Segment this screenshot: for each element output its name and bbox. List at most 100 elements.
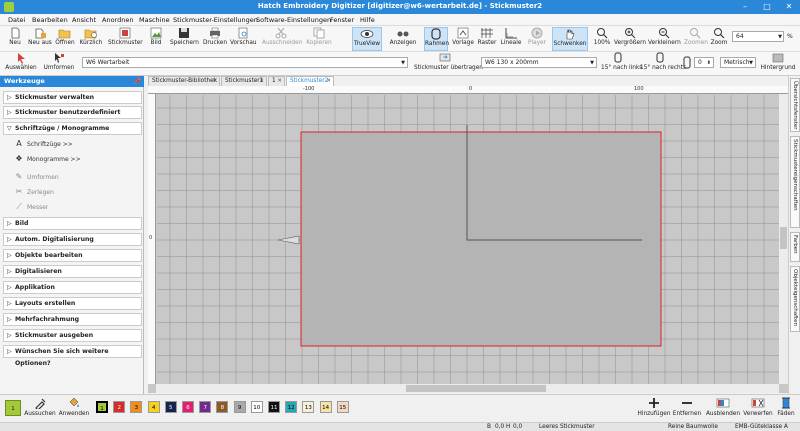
current-color-swatch[interactable]: 1: [5, 400, 21, 416]
print-button[interactable]: Drucken: [202, 27, 228, 51]
open-button[interactable]: Öffnen: [54, 27, 76, 51]
template-toggle[interactable]: Vorlage: [452, 27, 474, 51]
subitem-schriftzuege[interactable]: A Schriftzüge >>: [14, 139, 73, 148]
remove-color-button[interactable]: Entfernen: [672, 397, 702, 417]
palette-color-6[interactable]: 6: [182, 401, 194, 413]
threads-button[interactable]: Fäden: [774, 397, 798, 417]
palette-color-5[interactable]: 5: [164, 401, 177, 413]
truview-toggle[interactable]: TrueView: [352, 27, 382, 51]
palette-color-7[interactable]: 7: [199, 401, 212, 413]
grid-toggle[interactable]: Raster: [476, 27, 498, 51]
section-layouts-erstellen[interactable]: ▷ Layouts erstellen: [3, 297, 142, 310]
palette-color-3[interactable]: 3: [130, 401, 143, 413]
hoop-select[interactable]: W6 130 x 200mm ▼: [481, 57, 597, 68]
design-library-button[interactable]: Stickmuster: [108, 27, 143, 51]
palette-color-13[interactable]: 13: [302, 401, 315, 413]
menu-datei[interactable]: Datei: [8, 16, 25, 24]
pick-color-button[interactable]: Aussuchen: [24, 397, 56, 417]
dock-tab-object-properties[interactable]: Objekteigenschaften: [790, 266, 800, 332]
units-select[interactable]: Metrisch ▼: [720, 57, 756, 68]
transfer-design-button[interactable]: Stickmuster übertragen: [414, 52, 483, 76]
close-button[interactable]: ✕: [778, 0, 800, 14]
palette-color-2[interactable]: 2: [113, 401, 126, 413]
new-button[interactable]: Neu: [4, 27, 26, 51]
vertical-scroll-thumb[interactable]: [780, 227, 787, 249]
design-canvas[interactable]: [157, 95, 779, 384]
status-fabric[interactable]: Reine Baumwolle: [668, 424, 718, 430]
zoom-previous-button[interactable]: Zoomen: [684, 27, 708, 51]
close-icon[interactable]: ✕: [212, 77, 217, 86]
subitem-zerlegen[interactable]: ✂ Zerlegen: [14, 187, 54, 196]
palette-color-10[interactable]: 10: [250, 401, 263, 413]
palette-color-12[interactable]: 12: [285, 401, 298, 413]
menu-bearbeiten[interactable]: Bearbeiten: [32, 16, 68, 24]
menu-maschine[interactable]: Maschine: [139, 16, 170, 24]
cut-button[interactable]: Ausschneiden: [262, 27, 302, 51]
discard-colors-button[interactable]: Verwerfen: [742, 397, 774, 417]
zoom-level-combo[interactable]: 64 ▼: [732, 31, 784, 42]
menu-hilfe[interactable]: Hilfe: [360, 16, 375, 24]
design-workspace[interactable]: -100 0 100 0: [148, 86, 788, 393]
pan-toggle[interactable]: Schwenken: [552, 27, 588, 51]
select-tool[interactable]: Auswählen: [4, 52, 38, 76]
menu-fenster[interactable]: Fenster: [330, 16, 354, 24]
section-objekte-bearbeiten[interactable]: ▷ Objekte bearbeiten: [3, 249, 142, 262]
horizontal-scrollbar[interactable]: [156, 384, 779, 393]
subitem-umformen[interactable]: ✎ Umformen: [14, 172, 59, 181]
palette-color-1[interactable]: 1: [96, 401, 108, 413]
tab-1[interactable]: 1 ✕: [268, 76, 285, 86]
preview-button[interactable]: Vorschau: [230, 27, 257, 51]
section-schriftzuege-monogramme[interactable]: ▽ Schriftzüge / Monogramme: [3, 122, 142, 135]
tab-stickmuster-bibliothek[interactable]: Stickmuster-Bibliothek ✕: [148, 76, 220, 86]
close-icon[interactable]: ✕: [277, 77, 282, 86]
palette-color-8[interactable]: 8: [216, 401, 229, 413]
image-button[interactable]: Bild: [146, 27, 166, 51]
section-stickmuster-ausgeben[interactable]: ▷ Stickmuster ausgeben: [3, 329, 142, 342]
section-bild[interactable]: ▷ Bild: [3, 217, 142, 230]
show-dropdown[interactable]: Anzeigen: [386, 27, 420, 51]
minimize-button[interactable]: –: [734, 0, 756, 14]
reshape-tool[interactable]: Umformen: [42, 52, 76, 76]
menu-stickmuster-einstellungen[interactable]: Stickmuster-Einstellungen: [173, 16, 258, 24]
rotation-angle-spinner[interactable]: 0 ⬍: [694, 57, 714, 68]
palette-color-11[interactable]: 11: [268, 401, 280, 413]
rulers-toggle[interactable]: Lineale: [500, 27, 522, 51]
machine-select[interactable]: W6 Wertarbeit ▼: [82, 57, 408, 68]
recent-button[interactable]: Kürzlich: [78, 27, 104, 51]
rotate-left-button[interactable]: 15° nach links: [601, 52, 642, 76]
player-button[interactable]: Player: [526, 27, 548, 51]
background-button[interactable]: Hintergrund: [760, 52, 796, 76]
maximize-button[interactable]: □: [756, 0, 778, 14]
zoom-in-button[interactable]: Vergrößern: [614, 27, 646, 51]
pin-icon[interactable]: 📌: [134, 76, 141, 87]
dock-tab-design-properties[interactable]: Stickmustereigenschaften: [790, 136, 800, 228]
palette-color-14[interactable]: 14: [319, 401, 332, 413]
section-stickmuster-anpassen[interactable]: ▷Stickmuster benutzerdefiniert anpassen: [3, 106, 142, 128]
copy-button[interactable]: Kopieren: [304, 27, 334, 51]
horizontal-scroll-thumb[interactable]: [406, 385, 546, 392]
add-color-button[interactable]: Hinzufügen: [636, 397, 672, 417]
close-icon[interactable]: ✕: [326, 77, 331, 86]
zoom-100-button[interactable]: 100%: [592, 27, 612, 51]
tab-stickmuster1[interactable]: Stickmuster1 ✕: [221, 76, 267, 86]
rotate-right-button[interactable]: 15° nach rechts: [640, 52, 686, 76]
section-weitere-optionen[interactable]: ▷ Wünschen Sie sich weitere Optionen?: [3, 345, 142, 367]
zoom-out-button[interactable]: Verkleinern: [648, 27, 681, 51]
hide-colors-button[interactable]: Ausblenden: [704, 397, 742, 417]
menu-anordnen[interactable]: Anordnen: [102, 16, 133, 24]
section-stickmuster-verwalten[interactable]: ▷ Stickmuster verwalten: [3, 91, 142, 104]
close-icon[interactable]: ✕: [259, 77, 264, 86]
menu-ansicht[interactable]: Ansicht: [72, 16, 96, 24]
subitem-messer[interactable]: ⟋ Messer: [14, 202, 48, 212]
new-from-button[interactable]: Neu aus: [28, 27, 52, 51]
subitem-monogramme[interactable]: ❖ Monogramme >>: [14, 154, 80, 163]
dock-tab-threads[interactable]: Farben: [790, 232, 800, 262]
palette-color-9[interactable]: 9: [233, 401, 246, 413]
section-autom-digitalisierung[interactable]: ▷ Autom. Digitalisierung: [3, 233, 142, 246]
vertical-scrollbar[interactable]: [779, 94, 788, 384]
dock-tab-overview[interactable]: Übersichtsfenster: [790, 78, 800, 132]
zoom-button[interactable]: Zoom: [708, 27, 730, 51]
palette-color-4[interactable]: 4: [147, 401, 160, 413]
apply-color-button[interactable]: Anwenden: [58, 397, 90, 417]
section-digitalisieren[interactable]: ▷ Digitalisieren: [3, 265, 142, 278]
